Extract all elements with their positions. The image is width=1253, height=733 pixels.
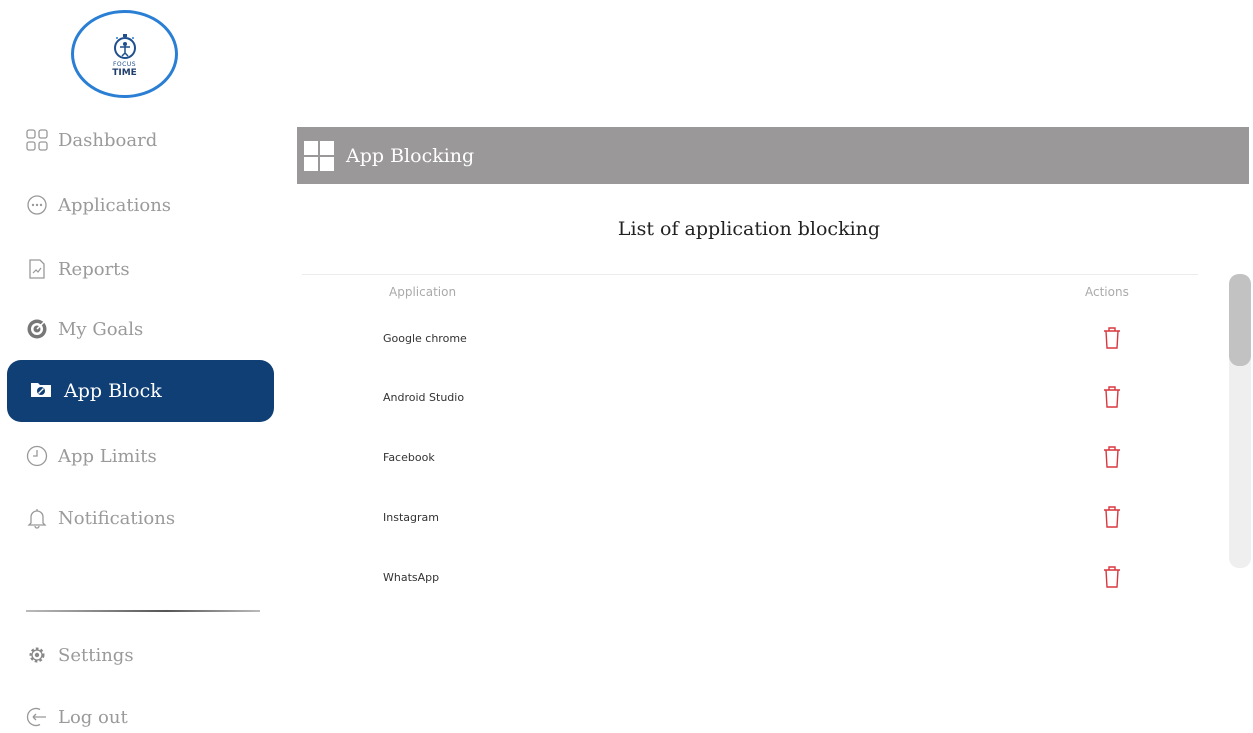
- sidebar-item-app-limits[interactable]: App Limits: [26, 438, 157, 474]
- sidebar-item-label: Dashboard: [58, 129, 158, 151]
- sidebar-item-label: Applications: [58, 194, 172, 216]
- delete-trash-icon[interactable]: [1101, 565, 1123, 589]
- sidebar-divider: [26, 610, 260, 612]
- list-scrollbar[interactable]: [1229, 274, 1251, 568]
- column-header-application: Application: [389, 285, 457, 299]
- brand-time-text: TIME: [112, 67, 137, 78]
- sidebar-item-reports[interactable]: Reports: [26, 251, 130, 287]
- table-row: WhatsApp: [383, 562, 1153, 592]
- app-name: Android Studio: [383, 390, 465, 404]
- page-header-bar: App Blocking: [297, 127, 1249, 184]
- sidebar-item-dashboard[interactable]: Dashboard: [26, 122, 157, 158]
- sidebar-item-label: Reports: [58, 258, 130, 280]
- delete-trash-icon[interactable]: [1101, 505, 1123, 529]
- target-icon: [26, 318, 48, 340]
- app-name: Facebook: [383, 450, 435, 464]
- sidebar-item-label: App Block: [64, 380, 162, 402]
- sidebar-item-app-block[interactable]: App Block: [7, 360, 274, 422]
- sidebar-item-logout[interactable]: Log out: [26, 699, 128, 733]
- page-title: App Blocking: [346, 144, 475, 167]
- focus-time-logo: FOCUS TIME: [71, 10, 178, 98]
- app-name: Instagram: [383, 510, 439, 524]
- stopwatch-person-icon: [113, 33, 136, 59]
- applications-icon: [26, 194, 48, 216]
- table-row: Instagram: [383, 502, 1153, 532]
- dashboard-grid-icon: [26, 129, 48, 151]
- sidebar-item-applications[interactable]: Applications: [26, 187, 171, 223]
- sidebar-item-label: My Goals: [58, 318, 144, 340]
- reports-icon: [26, 258, 48, 280]
- gear-icon: [26, 644, 48, 666]
- app-name: Google chrome: [383, 331, 467, 345]
- column-header-actions: Actions: [1085, 285, 1129, 299]
- list-separator: [302, 274, 1198, 275]
- sidebar-item-label: Notifications: [58, 507, 176, 529]
- table-row: Android Studio: [383, 382, 1153, 412]
- sidebar-item-my-goals[interactable]: My Goals: [26, 311, 143, 347]
- delete-trash-icon[interactable]: [1101, 326, 1123, 350]
- sidebar-item-label: App Limits: [58, 445, 157, 467]
- sidebar-item-settings[interactable]: Settings: [26, 637, 134, 673]
- table-row: Google chrome: [383, 323, 1153, 353]
- app-name: WhatsApp: [383, 570, 440, 584]
- logout-icon: [26, 706, 48, 728]
- delete-trash-icon[interactable]: [1101, 445, 1123, 469]
- list-title: List of application blocking: [617, 218, 881, 240]
- scrollbar-thumb[interactable]: [1229, 274, 1251, 366]
- app-block-icon: [30, 380, 52, 403]
- windows-grid-icon: [304, 140, 334, 171]
- table-row: Facebook: [383, 442, 1153, 472]
- sidebar-item-label: Settings: [58, 644, 134, 666]
- sidebar-item-notifications[interactable]: Notifications: [26, 500, 175, 536]
- delete-trash-icon[interactable]: [1101, 385, 1123, 409]
- bell-icon: [26, 507, 48, 529]
- sidebar-item-label: Log out: [58, 706, 128, 728]
- clock-icon: [26, 445, 48, 467]
